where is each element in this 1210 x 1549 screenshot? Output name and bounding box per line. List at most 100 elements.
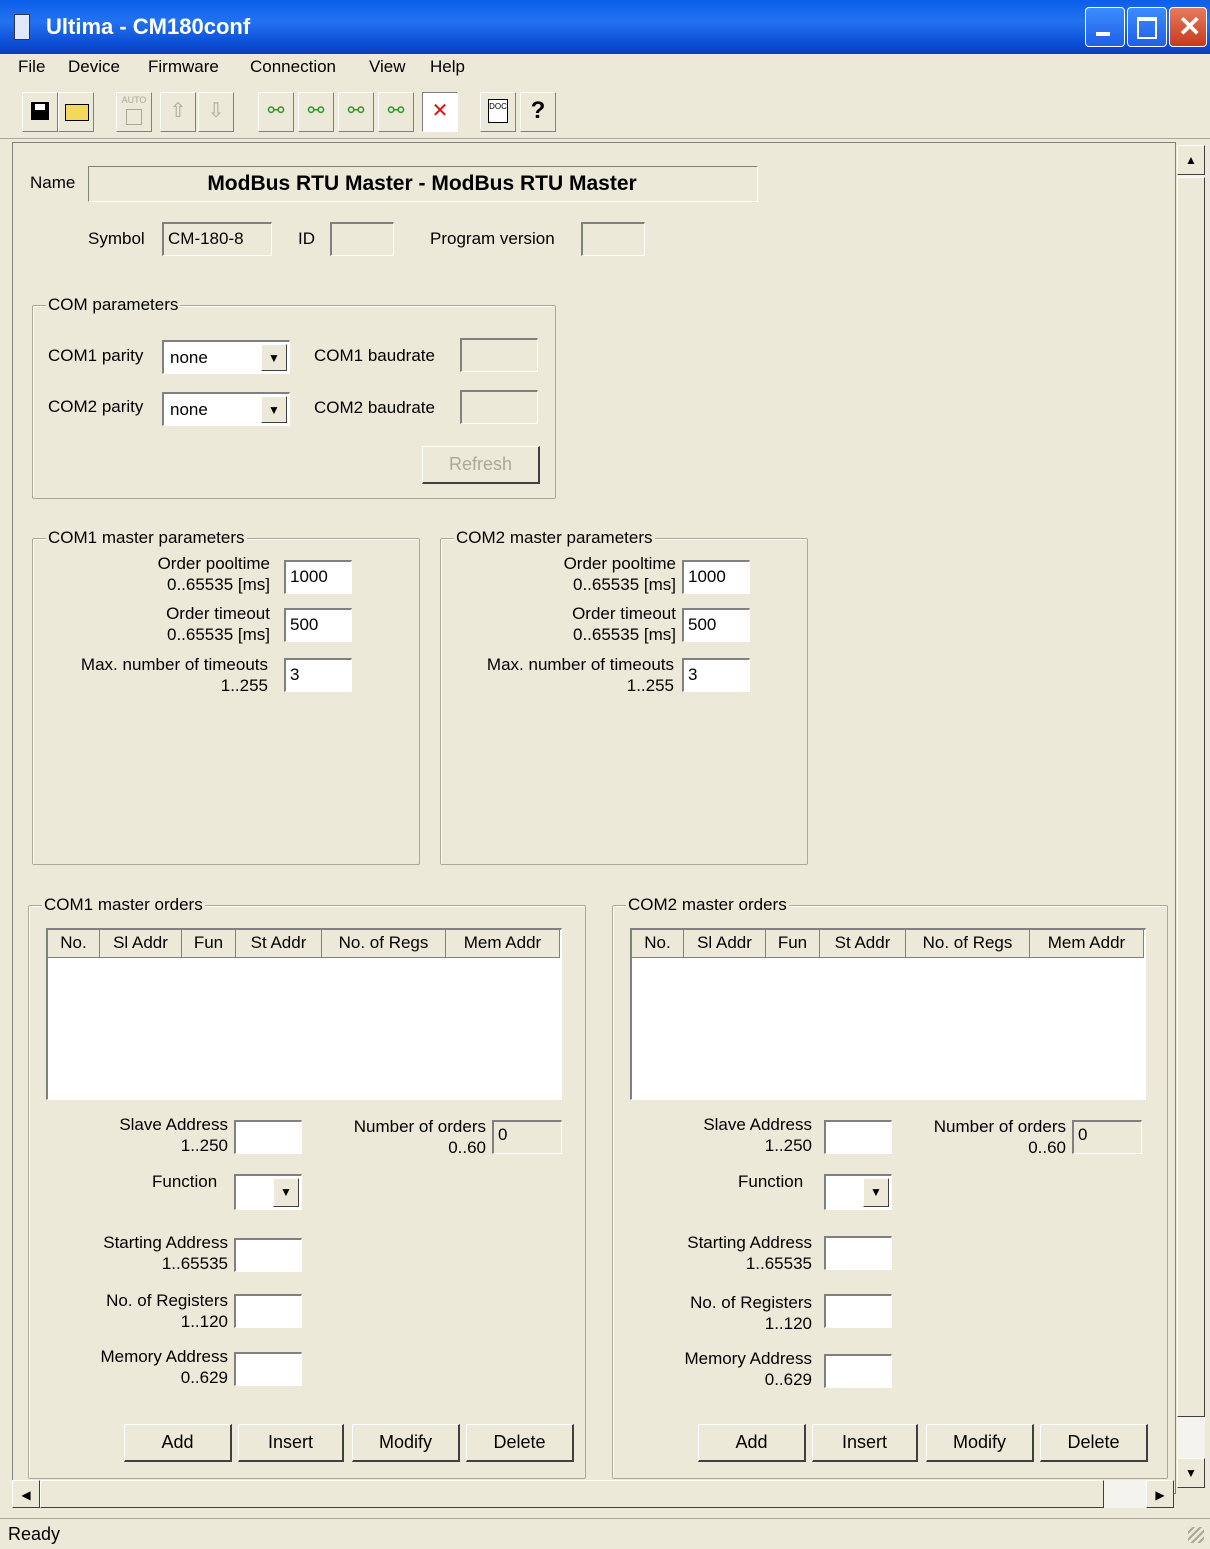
com1-insert-button[interactable]: Insert: [238, 1424, 344, 1462]
com1-baudrate-label: COM1 baudrate: [314, 346, 435, 365]
chevron-down-icon[interactable]: ▼: [863, 1178, 889, 1207]
com1-max-timeouts-input[interactable]: 3: [284, 658, 352, 692]
column-header-fun[interactable]: Fun: [182, 930, 236, 958]
com1-slave-address-input[interactable]: [234, 1120, 302, 1154]
com2-insert-button[interactable]: Insert: [812, 1424, 918, 1462]
column-header-no-of-regs[interactable]: No. of Regs: [322, 930, 446, 958]
com1-delete-button[interactable]: Delete: [466, 1424, 574, 1462]
column-header-no[interactable]: No.: [48, 930, 100, 958]
com1-pooltime-input[interactable]: 1000: [284, 560, 352, 594]
com2-number-of-orders-field: 0: [1072, 1120, 1142, 1154]
com2-starting-address-label: Starting Address 1..65535: [687, 1233, 812, 1273]
arrow-left-icon: ◀: [21, 1488, 31, 1502]
chevron-down-icon[interactable]: ▼: [261, 344, 287, 371]
com1-no-of-registers-input[interactable]: [234, 1294, 302, 1328]
column-header-no[interactable]: No.: [632, 930, 684, 958]
com1-starting-address-label: Starting Address 1..65535: [103, 1233, 228, 1273]
com-parameters-title: COM parameters: [46, 295, 181, 315]
id-field: [330, 222, 394, 256]
com1-no-of-registers-label: No. of Registers 1..120: [106, 1291, 228, 1331]
scroll-left-button[interactable]: ◀: [12, 1480, 40, 1508]
name-value: ModBus RTU Master - ModBus RTU Master: [207, 172, 637, 195]
com2-max-timeouts-input[interactable]: 3: [682, 658, 750, 692]
minimize-button[interactable]: [1085, 7, 1125, 47]
com2-function-select[interactable]: ▼: [824, 1174, 892, 1210]
menu-device[interactable]: Device: [68, 57, 120, 77]
connect-com3-icon[interactable]: ⚯: [338, 92, 374, 132]
save-icon[interactable]: [22, 92, 58, 132]
com1-memory-address-label: Memory Address 0..629: [100, 1347, 228, 1387]
doc-icon[interactable]: DOC: [480, 92, 516, 132]
refresh-button[interactable]: Refresh: [422, 446, 540, 484]
download-icon[interactable]: ⇩: [198, 92, 234, 132]
vertical-scrollbar[interactable]: ▲ ▼: [1177, 145, 1205, 1488]
scroll-down-button[interactable]: ▼: [1177, 1458, 1205, 1488]
com2-slave-address-input[interactable]: [824, 1120, 892, 1154]
column-header-st-addr[interactable]: St Addr: [820, 930, 906, 958]
column-header-mem-addr[interactable]: Mem Addr: [446, 930, 560, 958]
title-bar[interactable]: Ultima - CM180conf ✕: [0, 0, 1210, 54]
column-header-fun[interactable]: Fun: [766, 930, 820, 958]
connect-com2-icon[interactable]: ⚯: [298, 92, 334, 132]
com2-memory-address-input[interactable]: [824, 1354, 892, 1388]
chevron-down-icon[interactable]: ▼: [273, 1178, 299, 1207]
resize-grip-icon[interactable]: [1188, 1527, 1204, 1543]
column-header-sl-addr[interactable]: Sl Addr: [684, 930, 766, 958]
com2-delete-button[interactable]: Delete: [1040, 1424, 1148, 1462]
com1-modify-button[interactable]: Modify: [352, 1424, 460, 1462]
com1-baudrate-field: [460, 338, 538, 372]
com2-pooltime-input[interactable]: 1000: [682, 560, 750, 594]
horizontal-scrollbar[interactable]: ◀ ▶: [12, 1480, 1174, 1508]
menu-view[interactable]: View: [369, 57, 406, 77]
disconnect-icon[interactable]: ✕: [422, 92, 458, 132]
com1-timeout-input[interactable]: 500: [284, 608, 352, 642]
upload-icon[interactable]: ⇧: [160, 92, 196, 132]
program-version-field: [581, 222, 645, 256]
com1-function-select[interactable]: ▼: [234, 1174, 302, 1210]
com1-function-label: Function: [152, 1172, 218, 1191]
com2-add-button[interactable]: Add: [698, 1424, 806, 1462]
column-header-mem-addr[interactable]: Mem Addr: [1030, 930, 1144, 958]
column-header-st-addr[interactable]: St Addr: [236, 930, 322, 958]
com1-memory-address-input[interactable]: [234, 1352, 302, 1386]
open-icon[interactable]: [58, 92, 94, 132]
arrow-up-icon: ▲: [1185, 153, 1197, 167]
com2-modify-button[interactable]: Modify: [926, 1424, 1034, 1462]
auto-icon[interactable]: AUTO: [116, 92, 152, 132]
scroll-right-button[interactable]: ▶: [1146, 1480, 1174, 1508]
scroll-up-button[interactable]: ▲: [1177, 145, 1205, 175]
com2-parity-select[interactable]: none ▼: [162, 392, 290, 426]
horizontal-scroll-thumb[interactable]: [40, 1480, 1104, 1508]
connect-com4-icon[interactable]: ⚯: [378, 92, 414, 132]
com1-number-of-orders-field: 0: [492, 1120, 562, 1154]
column-header-no-of-regs[interactable]: No. of Regs: [906, 930, 1030, 958]
com1-orders-list[interactable]: No. Sl Addr Fun St Addr No. of Regs Mem …: [46, 928, 562, 1100]
com2-pooltime-label: Order pooltime 0..65535 [ms]: [563, 554, 676, 594]
connect-com1-icon[interactable]: ⚯: [258, 92, 294, 132]
maximize-button[interactable]: [1127, 7, 1167, 47]
menu-firmware[interactable]: Firmware: [148, 57, 219, 77]
com2-timeout-input[interactable]: 500: [682, 608, 750, 642]
menu-file[interactable]: File: [18, 57, 45, 77]
com1-max-timeouts-label: Max. number of timeouts 1..255: [80, 655, 268, 695]
arrow-right-icon: ▶: [1155, 1488, 1165, 1502]
chevron-down-icon[interactable]: ▼: [261, 396, 287, 423]
com1-starting-address-input[interactable]: [234, 1238, 302, 1272]
app-icon: [14, 14, 30, 40]
com2-orders-list[interactable]: No. Sl Addr Fun St Addr No. of Regs Mem …: [630, 928, 1146, 1100]
com2-no-of-registers-input[interactable]: [824, 1294, 892, 1328]
com2-master-parameters-title: COM2 master parameters: [454, 528, 655, 548]
close-icon: ✕: [1178, 11, 1202, 42]
com2-baudrate-field: [460, 390, 538, 424]
com2-starting-address-input[interactable]: [824, 1236, 892, 1270]
vertical-scroll-thumb[interactable]: [1177, 177, 1205, 1417]
com1-add-button[interactable]: Add: [124, 1424, 232, 1462]
menu-connection[interactable]: Connection: [250, 57, 336, 77]
help-icon[interactable]: ?: [520, 92, 556, 132]
com2-number-of-orders-label: Number of orders 0..60: [933, 1117, 1066, 1157]
com1-parity-select[interactable]: none ▼: [162, 340, 290, 374]
close-button[interactable]: ✕: [1169, 7, 1207, 47]
com2-memory-address-label: Memory Address 0..629: [684, 1349, 812, 1389]
column-header-sl-addr[interactable]: Sl Addr: [100, 930, 182, 958]
menu-help[interactable]: Help: [430, 57, 465, 77]
